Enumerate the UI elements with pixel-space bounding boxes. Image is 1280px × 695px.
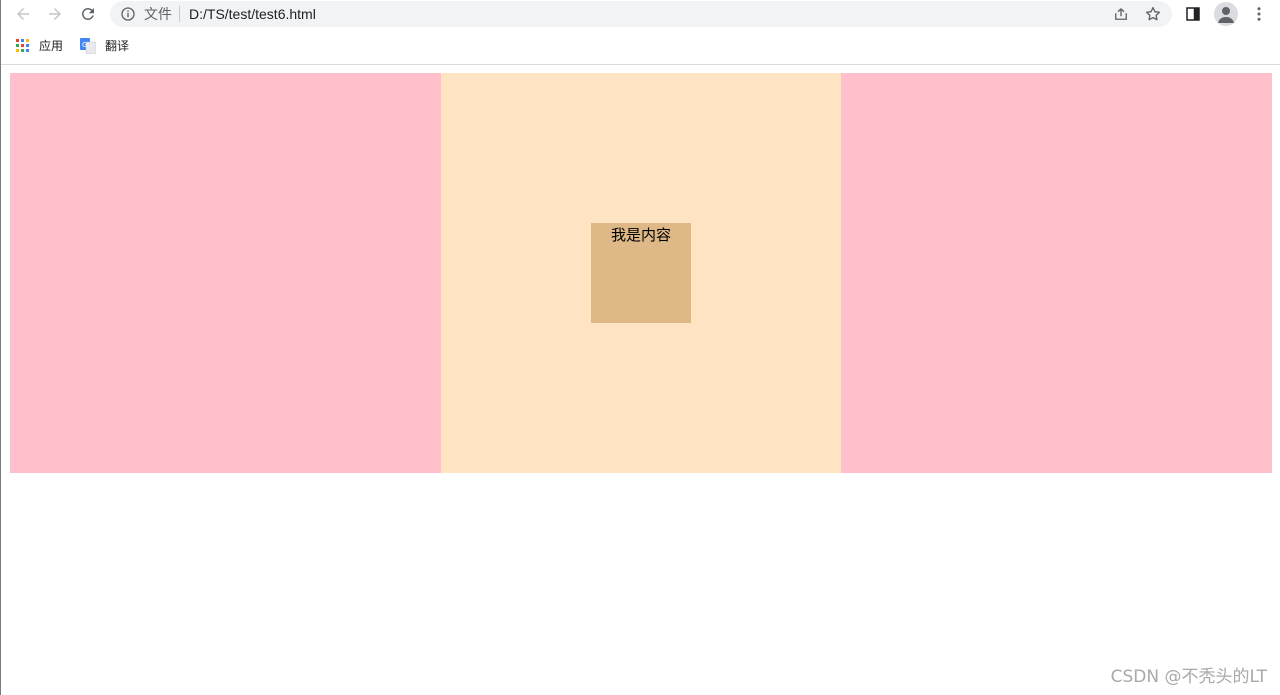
- bookmark-label: 应用: [39, 39, 64, 53]
- google-translate-icon: G: [80, 38, 96, 54]
- bookmarks-bar: 应用 G 翻译: [1, 28, 1280, 65]
- share-icon[interactable]: [1112, 5, 1130, 23]
- reload-button[interactable]: [77, 3, 99, 25]
- person-icon: [1218, 7, 1234, 23]
- info-icon[interactable]: [120, 6, 136, 22]
- three-column-layout: 我是内容: [10, 73, 1272, 473]
- left-column: [10, 73, 441, 473]
- bookmark-translate[interactable]: G 翻译: [80, 37, 129, 55]
- reload-icon: [81, 7, 94, 20]
- address-bar[interactable]: 文件 D:/TS/test/test6.html: [110, 1, 1172, 27]
- file-chip-label: 文件: [144, 6, 172, 22]
- page-viewport: 我是内容 CSDN @不秃头的LT: [2, 65, 1280, 695]
- bookmark-label: 翻译: [105, 39, 130, 53]
- apps-grid-icon: [16, 39, 30, 53]
- arrow-right-icon: [49, 8, 61, 20]
- address-separator: [179, 6, 180, 22]
- watermark: CSDN @不秃头的LT: [1110, 667, 1267, 687]
- profile-avatar[interactable]: [1214, 2, 1238, 26]
- right-column: [841, 73, 1272, 473]
- browser-window: 文件 D:/TS/test/test6.html 应用 G 翻译 我是内容 CS…: [0, 0, 1280, 695]
- browser-toolbar: 文件 D:/TS/test/test6.html: [1, 0, 1280, 28]
- middle-column: 我是内容: [441, 73, 841, 473]
- side-panel-icon[interactable]: [1184, 5, 1202, 23]
- bookmark-apps[interactable]: 应用: [16, 37, 63, 55]
- svg-text:G: G: [82, 41, 87, 49]
- more-menu-icon[interactable]: [1250, 5, 1268, 23]
- content-box: 我是内容: [591, 223, 691, 323]
- star-icon[interactable]: [1144, 5, 1162, 23]
- back-button[interactable]: [12, 3, 34, 25]
- forward-button[interactable]: [44, 3, 66, 25]
- url-text[interactable]: D:/TS/test/test6.html: [189, 6, 316, 22]
- arrow-left-icon: [17, 8, 29, 20]
